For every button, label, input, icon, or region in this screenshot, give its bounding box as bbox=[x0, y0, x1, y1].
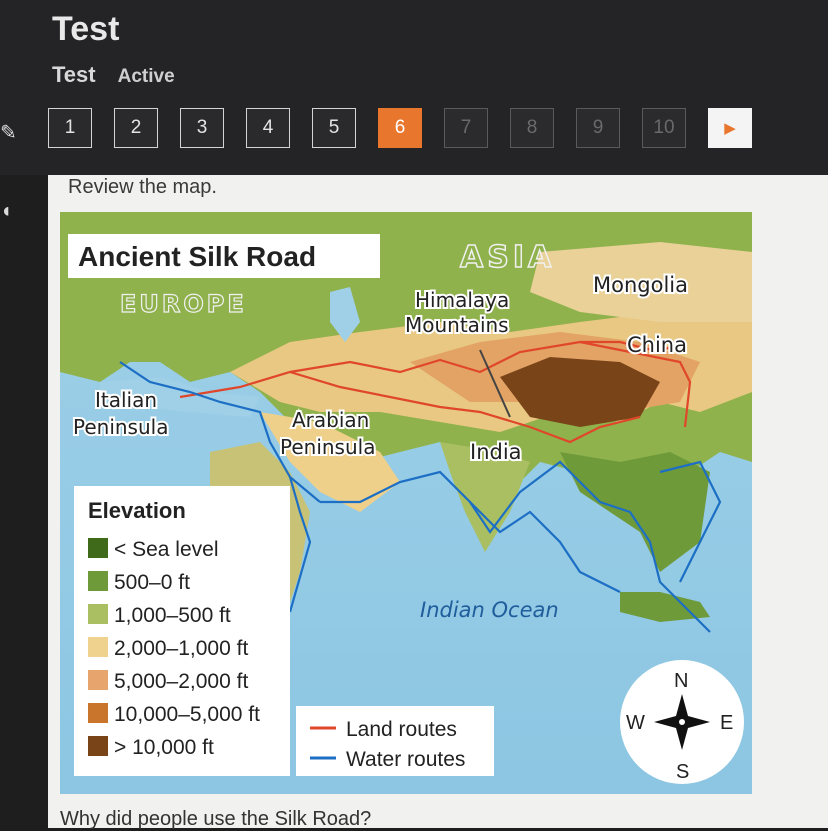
label-india: India bbox=[470, 440, 522, 464]
legend-label-over-10000: > 10,000 ft bbox=[114, 736, 214, 759]
legend-label-500-0: 500–0 ft bbox=[114, 571, 190, 594]
label-asia: ASIA bbox=[460, 240, 555, 275]
legend-label-10000-5000: 10,000–5,000 ft bbox=[114, 703, 260, 726]
play-arrow-icon: ▶ bbox=[724, 120, 736, 137]
question-button-9[interactable]: 9 bbox=[576, 108, 620, 148]
question-button-10[interactable]: 10 bbox=[642, 108, 686, 148]
question-button-3[interactable]: 3 bbox=[180, 108, 224, 148]
legend-water-routes: Water routes bbox=[346, 748, 465, 771]
legend-swatch-10000-5000 bbox=[88, 703, 108, 723]
map-title: Ancient Silk Road bbox=[78, 241, 316, 272]
question-button-5[interactable]: 5 bbox=[312, 108, 356, 148]
legend-swatch-5000-2000 bbox=[88, 670, 108, 690]
compass-e: E bbox=[720, 712, 733, 734]
headphones-icon[interactable]: ◖ bbox=[0, 200, 22, 222]
legend-swatch-over-10000 bbox=[88, 736, 108, 756]
page-title: Test bbox=[52, 10, 120, 48]
legend-swatch-1000-500 bbox=[88, 604, 108, 624]
label-italian-1: Italian bbox=[95, 388, 157, 412]
question-button-1[interactable]: 1 bbox=[48, 108, 92, 148]
review-prompt: Review the map. bbox=[68, 176, 217, 198]
silk-road-map: Ancient Silk Road ASIA EUROPE Mongolia H… bbox=[60, 212, 752, 794]
legend-land-routes: Land routes bbox=[346, 718, 457, 741]
question-button-8[interactable]: 8 bbox=[510, 108, 554, 148]
legend-box bbox=[74, 486, 290, 776]
legend-swatch-2000-1000 bbox=[88, 637, 108, 657]
question-button-7[interactable]: 7 bbox=[444, 108, 488, 148]
subtabs: Test Active bbox=[52, 62, 175, 88]
label-himalaya-2: Mountains bbox=[405, 313, 509, 337]
question-button-6-current[interactable]: 6 bbox=[378, 108, 422, 148]
pencil-icon[interactable]: ✎ bbox=[0, 120, 22, 144]
label-europe: EUROPE bbox=[120, 290, 247, 318]
compass-s: S bbox=[676, 761, 689, 783]
question-navigation: 1 2 3 4 5 6 7 8 9 10 ▶ bbox=[48, 108, 752, 148]
legend-swatch-500-0 bbox=[88, 571, 108, 591]
legend-swatch-sea-level bbox=[88, 538, 108, 558]
label-italian-2: Peninsula bbox=[73, 415, 168, 439]
label-mongolia: Mongolia bbox=[593, 273, 688, 297]
compass-n: N bbox=[674, 670, 688, 692]
tab-active-status: Active bbox=[117, 66, 175, 87]
compass-w: W bbox=[626, 712, 645, 734]
label-china: China bbox=[627, 333, 687, 357]
label-indian-ocean: Indian Ocean bbox=[420, 598, 559, 622]
legend-title: Elevation bbox=[88, 498, 186, 523]
next-question-button[interactable]: ▶ bbox=[708, 108, 752, 148]
label-arabian-2: Peninsula bbox=[280, 435, 375, 459]
label-arabian-1: Arabian bbox=[292, 408, 369, 432]
legend-label-sea-level: < Sea level bbox=[114, 538, 219, 561]
app-header: Test Test Active 1 2 3 4 5 6 7 8 9 10 ▶ … bbox=[0, 0, 828, 222]
label-himalaya-1: Himalaya bbox=[415, 288, 509, 312]
legend-label-5000-2000: 5,000–2,000 ft bbox=[114, 670, 248, 693]
question-button-4[interactable]: 4 bbox=[246, 108, 290, 148]
legend-label-1000-500: 1,000–500 ft bbox=[114, 604, 231, 627]
tab-test[interactable]: Test bbox=[52, 62, 96, 88]
compass-center bbox=[679, 719, 685, 725]
legend-label-2000-1000: 2,000–1,000 ft bbox=[114, 637, 248, 660]
question-button-2[interactable]: 2 bbox=[114, 108, 158, 148]
